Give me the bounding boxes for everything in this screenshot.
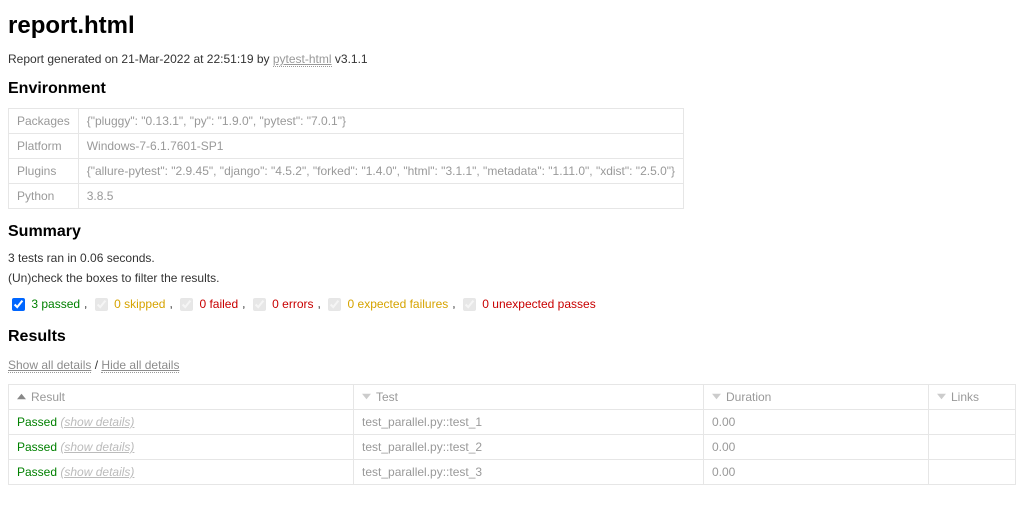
filter-failed-label: 0 failed	[199, 297, 238, 311]
sort-desc-icon	[712, 390, 721, 404]
generated-by: by	[254, 52, 273, 66]
env-value: {"pluggy": "0.13.1", "py": "1.9.0", "pyt…	[78, 109, 683, 134]
page-title: report.html	[8, 12, 1016, 40]
summary-heading: Summary	[8, 223, 1016, 241]
env-key: Platform	[9, 134, 79, 159]
table-row: Passed (show details) test_parallel.py::…	[9, 435, 1016, 460]
sort-desc-icon	[362, 390, 371, 404]
filter-xpassed-label: 0 unexpected passes	[482, 297, 595, 311]
env-value: Windows-7-6.1.7601-SP1	[78, 134, 683, 159]
details-toggle-line: Show all details / Hide all details	[8, 358, 1016, 372]
pytest-html-link[interactable]: pytest-html	[273, 52, 332, 67]
env-value: 3.8.5	[78, 184, 683, 209]
env-key: Packages	[9, 109, 79, 134]
status-badge: Passed	[17, 415, 57, 429]
filter-errors-checkbox	[253, 298, 266, 311]
generated-vprefix: v	[332, 52, 341, 66]
test-cell: test_parallel.py::test_3	[354, 460, 704, 485]
table-row: Plugins{"allure-pytest": "2.9.45", "djan…	[9, 159, 684, 184]
filter-failed-checkbox	[180, 298, 193, 311]
test-cell: test_parallel.py::test_1	[354, 410, 704, 435]
env-key: Plugins	[9, 159, 79, 184]
links-cell	[929, 435, 1016, 460]
table-row: Packages{"pluggy": "0.13.1", "py": "1.9.…	[9, 109, 684, 134]
table-row: Passed (show details) test_parallel.py::…	[9, 410, 1016, 435]
duration-cell: 0.00	[704, 435, 929, 460]
col-duration-header[interactable]: Duration	[704, 385, 929, 410]
col-result-label: Result	[31, 390, 65, 404]
show-all-details-link[interactable]: Show all details	[8, 358, 91, 373]
links-cell	[929, 460, 1016, 485]
hide-all-details-link[interactable]: Hide all details	[101, 358, 179, 373]
filter-xpassed-checkbox	[463, 298, 476, 311]
results-heading: Results	[8, 328, 1016, 346]
col-links-header[interactable]: Links	[929, 385, 1016, 410]
test-cell: test_parallel.py::test_2	[354, 435, 704, 460]
generated-line: Report generated on 21-Mar-2022 at 22:51…	[8, 52, 1016, 66]
sort-desc-icon	[937, 390, 946, 404]
status-badge: Passed	[17, 465, 57, 479]
filter-hint: (Un)check the boxes to filter the result…	[8, 271, 1016, 285]
col-links-label: Links	[951, 390, 979, 404]
col-test-header[interactable]: Test	[354, 385, 704, 410]
filter-xfailed-label: 0 expected failures	[348, 297, 449, 311]
show-details-link[interactable]: (show details)	[60, 415, 134, 429]
col-duration-label: Duration	[726, 390, 771, 404]
env-key: Python	[9, 184, 79, 209]
table-row: Passed (show details) test_parallel.py::…	[9, 460, 1016, 485]
links-cell	[929, 410, 1016, 435]
generated-timestamp: 21-Mar-2022 at 22:51:19	[121, 52, 253, 66]
summary-ran-line: 3 tests ran in 0.06 seconds.	[8, 251, 1016, 265]
filter-skipped-label: 0 skipped	[114, 297, 165, 311]
filters: 3 passed, 0 skipped, 0 failed, 0 errors,…	[8, 295, 1016, 314]
results-table: Result Test Duration Links Passed (show …	[8, 384, 1016, 485]
result-cell: Passed (show details)	[9, 410, 354, 435]
show-details-link[interactable]: (show details)	[60, 440, 134, 454]
env-value: {"allure-pytest": "2.9.45", "django": "4…	[78, 159, 683, 184]
show-details-link[interactable]: (show details)	[60, 465, 134, 479]
sort-asc-icon	[17, 390, 26, 404]
result-cell: Passed (show details)	[9, 460, 354, 485]
col-test-label: Test	[376, 390, 398, 404]
filter-errors-label: 0 errors	[272, 297, 313, 311]
table-row: PlatformWindows-7-6.1.7601-SP1	[9, 134, 684, 159]
filter-xfailed-checkbox	[328, 298, 341, 311]
generated-prefix: Report generated on	[8, 52, 121, 66]
filter-passed-checkbox[interactable]	[12, 298, 25, 311]
environment-heading: Environment	[8, 80, 1016, 98]
status-badge: Passed	[17, 440, 57, 454]
filter-skipped-checkbox	[95, 298, 108, 311]
generated-version: 3.1.1	[341, 52, 368, 66]
duration-cell: 0.00	[704, 410, 929, 435]
table-row: Python3.8.5	[9, 184, 684, 209]
result-cell: Passed (show details)	[9, 435, 354, 460]
duration-cell: 0.00	[704, 460, 929, 485]
col-result-header[interactable]: Result	[9, 385, 354, 410]
filter-passed-label: 3 passed	[31, 297, 80, 311]
table-header-row: Result Test Duration Links	[9, 385, 1016, 410]
environment-table: Packages{"pluggy": "0.13.1", "py": "1.9.…	[8, 108, 684, 209]
